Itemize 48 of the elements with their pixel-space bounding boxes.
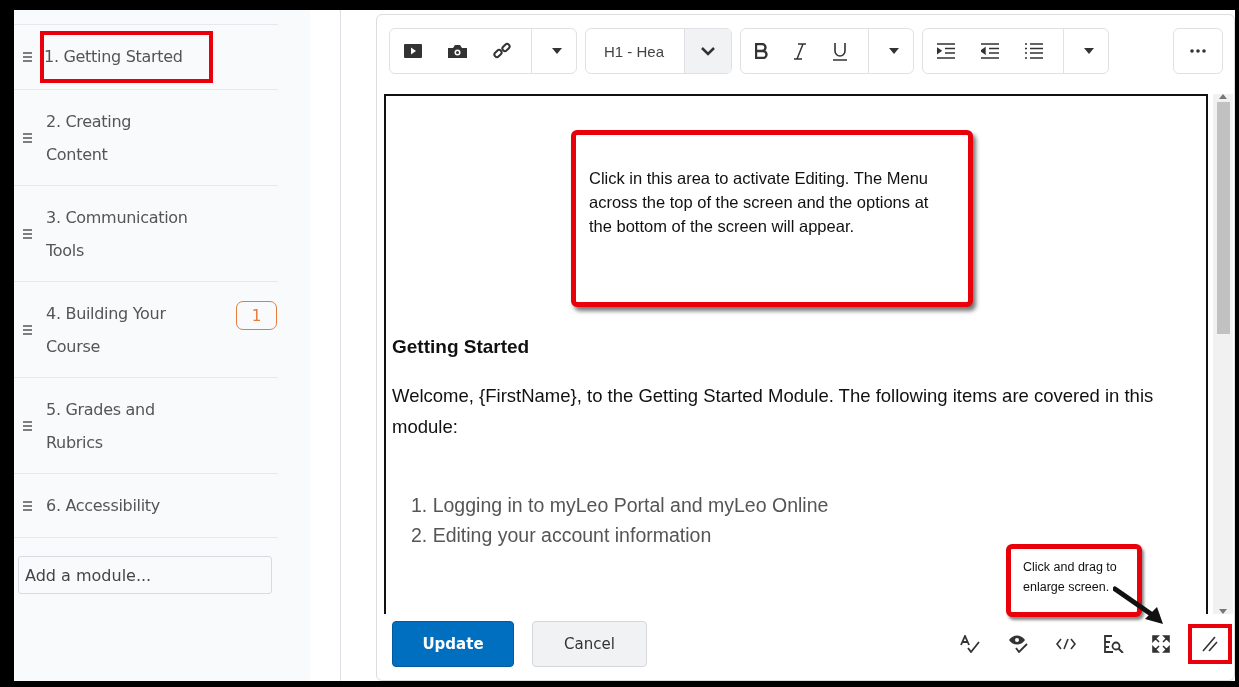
video-icon[interactable] (404, 44, 422, 58)
find-icon[interactable] (1104, 635, 1124, 653)
underline-icon[interactable] (832, 41, 849, 61)
list-item: 1. Logging in to myLeo Portal and myLeo Online (411, 493, 830, 518)
resize-icon (1202, 636, 1218, 652)
drag-handle-icon[interactable] (23, 228, 32, 239)
caret-icon[interactable] (889, 48, 900, 54)
link-icon[interactable] (493, 42, 511, 60)
pointer-arrow (1113, 586, 1165, 626)
camera-icon[interactable] (448, 44, 467, 58)
count-badge: 1 (236, 301, 277, 330)
caret-icon[interactable] (1084, 48, 1095, 54)
update-button[interactable]: Update (392, 621, 514, 667)
drag-handle-icon[interactable] (23, 500, 32, 511)
preview-icon[interactable] (1008, 635, 1028, 653)
editing-area[interactable] (384, 94, 1208, 614)
caret-icon[interactable] (552, 48, 562, 54)
module-link[interactable]: 1. Getting Started (40, 31, 213, 83)
spellcheck-icon[interactable] (960, 635, 980, 653)
module-link[interactable]: 6. Accessibility (46, 489, 196, 522)
list-item: 2. Editing your account information (411, 523, 713, 548)
chevron-down-icon[interactable] (700, 46, 717, 56)
module-link[interactable]: 3. Communication Tools (46, 200, 196, 267)
callout-text: Click and drag to enlarge screen. (1023, 560, 1117, 594)
code-icon[interactable] (1056, 638, 1076, 650)
bold-icon[interactable] (755, 43, 769, 59)
outdent-icon[interactable] (981, 43, 1000, 59)
drag-handle-icon[interactable] (23, 132, 32, 143)
module-link[interactable]: 4. Building Your Course (46, 296, 196, 363)
bullet-list-icon[interactable] (1025, 43, 1044, 59)
fullscreen-icon[interactable] (1152, 635, 1170, 653)
indent-icon[interactable] (937, 43, 956, 59)
more-icon (1190, 49, 1206, 53)
cancel-button[interactable]: Cancel (532, 621, 647, 667)
scroll-down-icon[interactable] (1219, 609, 1227, 614)
module-link[interactable]: 5. Grades and Rubrics (46, 392, 196, 459)
scroll-up-icon[interactable] (1219, 94, 1227, 99)
drag-handle-icon[interactable] (23, 52, 32, 62)
italic-icon[interactable] (794, 42, 807, 60)
resize-handle[interactable] (1188, 624, 1232, 664)
drag-handle-icon[interactable] (23, 420, 32, 431)
content-heading: Getting Started (392, 336, 531, 358)
scrollbar[interactable] (1213, 94, 1233, 614)
content-paragraph: Welcome, {FirstName}, to the Getting Started Module. The following items are covered in this module: (392, 384, 1155, 439)
add-module-field[interactable]: Add a module... (18, 556, 272, 594)
drag-handle-icon[interactable] (23, 324, 32, 335)
module-link[interactable]: 2. Creating Content (46, 104, 196, 171)
callout-text: Click in this area to activate Editing. The Menu across the top of the screen and the options at the bottom of the screen will appear. (589, 169, 929, 235)
